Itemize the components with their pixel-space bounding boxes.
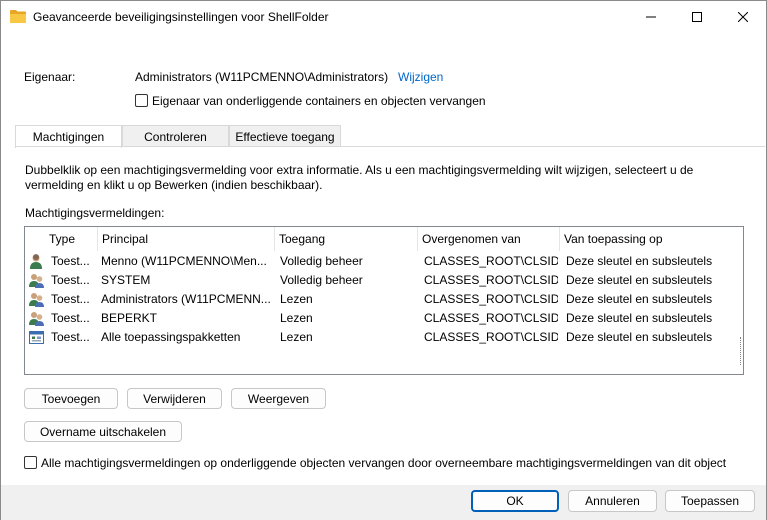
close-icon bbox=[738, 11, 748, 22]
minimize-icon bbox=[646, 16, 656, 17]
row-principal: BEPERKT bbox=[101, 311, 158, 325]
column-applies-to[interactable]: Van toepassing op bbox=[560, 227, 743, 251]
close-button[interactable] bbox=[720, 1, 766, 32]
row-principal: Administrators (W11PCMENN... bbox=[101, 292, 271, 306]
row-access: Lezen bbox=[280, 311, 313, 325]
folder-icon bbox=[10, 9, 26, 23]
view-button[interactable]: Weergeven bbox=[231, 388, 326, 409]
row-access: Lezen bbox=[280, 330, 313, 344]
cancel-button[interactable]: Annuleren bbox=[568, 490, 657, 512]
table-row[interactable]: Toest... Administrators (W11PCMENN... Le… bbox=[25, 290, 743, 309]
maximize-button[interactable] bbox=[674, 1, 720, 32]
row-inherited: CLASSES_ROOT\CLSID bbox=[424, 311, 558, 325]
row-applies: Deze sleutel en subsleutels bbox=[566, 254, 713, 268]
dialog-footer: OK Annuleren Toepassen bbox=[1, 485, 766, 520]
replace-owner-label[interactable]: Eigenaar van onderliggende containers en… bbox=[152, 94, 486, 108]
column-access[interactable]: Toegang bbox=[275, 227, 418, 251]
minimize-button[interactable] bbox=[628, 1, 674, 32]
tab-divider bbox=[15, 146, 765, 147]
tab-auditing[interactable]: Controleren bbox=[122, 125, 229, 147]
row-applies: Deze sleutel en subsleutels bbox=[566, 292, 713, 306]
apply-button[interactable]: Toepassen bbox=[665, 490, 755, 512]
permission-entries-list[interactable]: Type Principal Toegang Overgenomen van V… bbox=[24, 226, 744, 375]
replace-all-child-permissions-label[interactable]: Alle machtigingsvermeldingen op onderlig… bbox=[41, 456, 726, 470]
column-principal[interactable]: Principal bbox=[98, 227, 275, 251]
column-inherited-from[interactable]: Overgenomen van bbox=[418, 227, 560, 251]
group-icon bbox=[28, 272, 45, 289]
title-bar[interactable]: Geavanceerde beveiligingsinstellingen vo… bbox=[1, 1, 766, 32]
list-scroll-indicator[interactable] bbox=[740, 337, 741, 365]
group-icon bbox=[28, 291, 45, 308]
row-principal: SYSTEM bbox=[101, 273, 151, 287]
owner-value: Administrators (W11PCMENNO\Administrator… bbox=[135, 70, 389, 84]
row-access: Lezen bbox=[280, 292, 313, 306]
security-dialog: Geavanceerde beveiligingsinstellingen vo… bbox=[0, 0, 767, 520]
row-applies: Deze sleutel en subsleutels bbox=[566, 330, 713, 344]
row-inherited: CLASSES_ROOT\CLSID bbox=[424, 292, 558, 306]
row-principal: Menno (W11PCMENNO\Men... bbox=[101, 254, 267, 268]
table-row[interactable]: Toest... SYSTEM Volledig beheer CLASSES_… bbox=[25, 271, 743, 290]
tab-permissions[interactable]: Machtigingen bbox=[15, 125, 122, 148]
row-inherited: CLASSES_ROOT\CLSID bbox=[424, 254, 558, 268]
dialog-content: Eigenaar: Administrators (W11PCMENNO\Adm… bbox=[1, 32, 766, 485]
change-owner-link[interactable]: Wijzigen bbox=[398, 70, 443, 84]
column-type[interactable]: Type bbox=[45, 227, 98, 251]
permission-entries-label: Machtigingsvermeldingen: bbox=[25, 206, 165, 220]
list-header: Type Principal Toegang Overgenomen van V… bbox=[25, 227, 743, 251]
owner-label: Eigenaar: bbox=[24, 70, 76, 84]
replace-owner-checkbox[interactable] bbox=[135, 94, 148, 107]
row-type: Toest... bbox=[51, 311, 90, 325]
permissions-description: Dubbelklik op een machtigingsvermelding … bbox=[25, 163, 694, 192]
row-type: Toest... bbox=[51, 254, 90, 268]
remove-button[interactable]: Verwijderen bbox=[127, 388, 222, 409]
table-row[interactable]: Toest... Menno (W11PCMENNO\Men... Volled… bbox=[25, 252, 743, 271]
ok-button[interactable]: OK bbox=[471, 490, 559, 512]
app-package-icon bbox=[28, 329, 45, 346]
maximize-icon bbox=[692, 11, 702, 22]
row-applies: Deze sleutel en subsleutels bbox=[566, 273, 713, 287]
window-title: Geavanceerde beveiligingsinstellingen vo… bbox=[33, 10, 329, 24]
table-row[interactable]: Toest... BEPERKT Lezen CLASSES_ROOT\CLSI… bbox=[25, 309, 743, 328]
replace-all-child-permissions-checkbox[interactable] bbox=[24, 456, 37, 469]
row-type: Toest... bbox=[51, 273, 90, 287]
row-access: Volledig beheer bbox=[280, 273, 363, 287]
disable-inheritance-button[interactable]: Overname uitschakelen bbox=[24, 421, 182, 442]
group-icon bbox=[28, 310, 45, 327]
row-inherited: CLASSES_ROOT\CLSID bbox=[424, 330, 558, 344]
user-icon bbox=[28, 253, 45, 270]
row-applies: Deze sleutel en subsleutels bbox=[566, 311, 713, 325]
add-button[interactable]: Toevoegen bbox=[24, 388, 118, 409]
table-row[interactable]: Toest... Alle toepassingspakketten Lezen… bbox=[25, 328, 743, 347]
row-principal: Alle toepassingspakketten bbox=[101, 330, 241, 344]
row-type: Toest... bbox=[51, 292, 90, 306]
row-type: Toest... bbox=[51, 330, 90, 344]
tab-effective-access[interactable]: Effectieve toegang bbox=[229, 125, 341, 147]
row-access: Volledig beheer bbox=[280, 254, 363, 268]
row-inherited: CLASSES_ROOT\CLSID bbox=[424, 273, 558, 287]
